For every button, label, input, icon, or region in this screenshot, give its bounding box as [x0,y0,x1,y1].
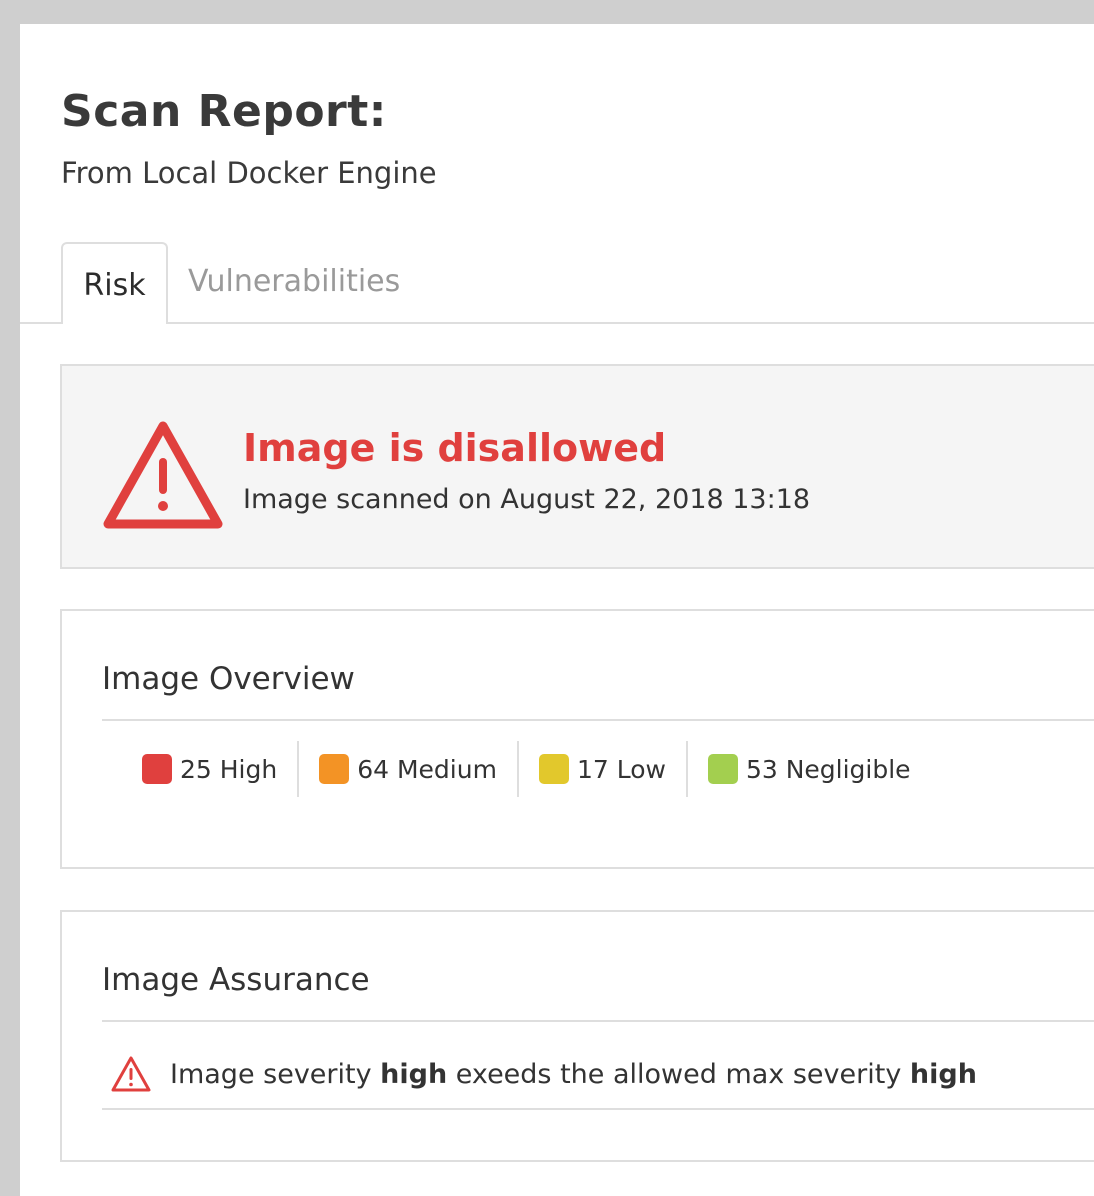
severity-negligible: 53 Negligible [688,741,931,797]
alert-banner: Image is disallowed Image scanned on Aug… [60,364,1094,569]
page-title: Scan Report: [61,86,387,137]
assurance-bottom-divider [102,1108,1094,1110]
message-middle: exeeds the allowed max severity [447,1058,910,1090]
severity-medium-label: 64 Medium [357,754,497,784]
message-prefix: Image severity [170,1058,381,1090]
warning-triangle-icon [102,420,224,534]
negligible-swatch-icon [707,754,738,784]
message-severity: high [380,1058,448,1090]
assurance-divider [102,1020,1094,1022]
high-swatch-icon [142,754,172,784]
alert-title: Image is disallowed [243,426,667,470]
page-subtitle: From Local Docker Engine [61,156,437,190]
scan-timestamp: Image scanned on August 22, 2018 13:18 [243,484,811,515]
assurance-message: Image severity high exeeds the allowed m… [102,1038,1094,1110]
severity-low-label: 17 Low [576,754,666,784]
severity-negligible-label: 53 Negligible [745,754,911,784]
image-assurance-card: Image Assurance Image severity high exee… [60,910,1094,1162]
tab-risk[interactable]: Risk [61,242,168,324]
severity-high: 25 High [102,741,300,797]
severity-low: 17 Low [519,741,688,797]
warning-triangle-icon [110,1055,152,1093]
tabs-divider [20,322,1094,324]
severity-summary: 25 High 64 Medium 17 Low 53 Negligible [102,741,931,797]
severity-high-label: 25 High [180,754,278,784]
assurance-message-text: Image severity high exeeds the allowed m… [170,1059,977,1090]
image-assurance-title: Image Assurance [102,962,370,998]
image-overview-title: Image Overview [102,661,355,697]
medium-swatch-icon [319,754,350,784]
severity-medium: 64 Medium [299,741,519,797]
message-max-severity: high [909,1058,977,1090]
image-overview-card: Image Overview 25 High 64 Medium 17 Low … [60,609,1094,869]
low-swatch-icon [538,754,569,784]
overview-divider [102,719,1094,721]
scan-report-panel: Scan Report: From Local Docker Engine Ri… [20,24,1094,1196]
tab-vulnerabilities[interactable]: Vulnerabilities [188,242,412,324]
